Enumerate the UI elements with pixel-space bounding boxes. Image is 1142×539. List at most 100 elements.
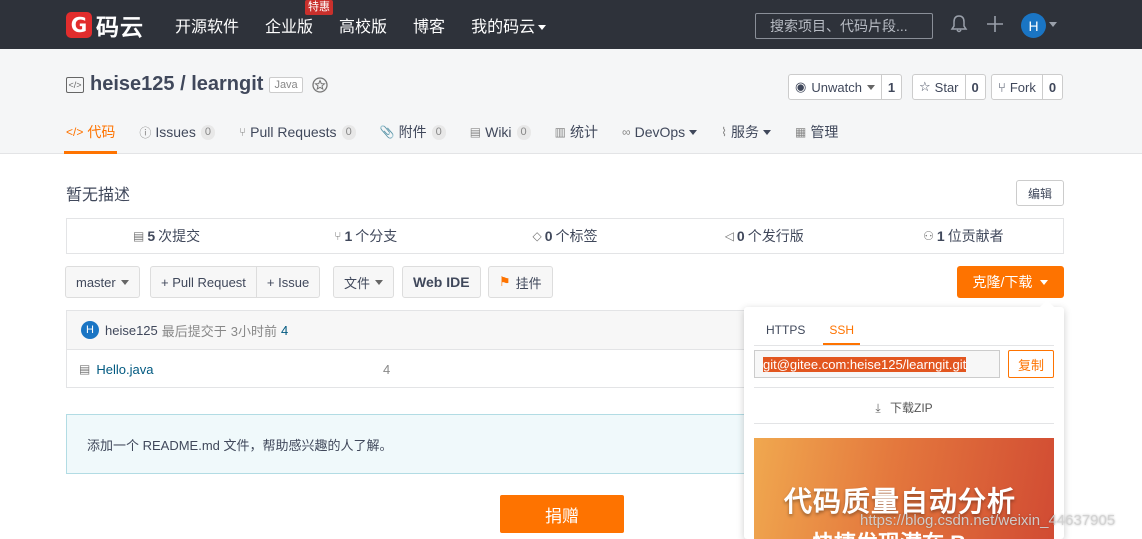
clone-url-text: git@gitee.com:heise125/learngit.git <box>763 356 967 372</box>
nav-item-label: 我的码云 <box>471 18 536 36</box>
tab-pull-requests[interactable]: ⑂ Pull Requests 0 <box>239 111 356 153</box>
stat-contributors[interactable]: ⚇ 1 位贡献者 <box>864 219 1063 253</box>
avatar[interactable]: H <box>81 321 99 339</box>
stat-releases[interactable]: ◁ 0 个发行版 <box>665 219 864 253</box>
stat-commits[interactable]: ▤ 5 次提交 <box>67 219 266 253</box>
tab-label: Pull Requests <box>250 124 337 140</box>
web-ide-button[interactable]: Web IDE <box>402 266 481 298</box>
donate-button[interactable]: 捐赠 <box>500 495 624 533</box>
stat-number: 0 <box>544 228 553 244</box>
watch-count[interactable]: 1 <box>882 75 901 99</box>
clone-label: 克隆/下载 <box>972 274 1033 290</box>
tab-services[interactable]: ⌇ 服务 <box>721 111 772 153</box>
tab-code[interactable]: </> 代码 <box>63 111 118 154</box>
tab-https[interactable]: HTTPS <box>754 315 817 345</box>
bookmark-icon: ⚑ <box>499 274 511 289</box>
new-pull-request-button[interactable]: + Pull Request <box>151 267 256 297</box>
tab-label: 管理 <box>810 124 839 140</box>
chevron-down-icon <box>1040 279 1049 285</box>
repo-stats-bar: ▤ 5 次提交 ⑂ 1 个分支 ◇ 0 个标签 ◁ 0 个发行版 ⚇ 1 位贡献… <box>66 218 1064 254</box>
fork-label: Fork <box>1009 79 1036 95</box>
nav-item-open-source[interactable]: 开源软件 <box>175 13 239 37</box>
commit-author-link[interactable]: heise125 <box>105 323 158 338</box>
gitee-logo[interactable]: G 码云 <box>66 10 144 40</box>
tab-count: 0 <box>431 124 446 140</box>
tab-statistics[interactable]: ▥ 统计 <box>555 111 598 153</box>
star-button[interactable]: ☆ Star <box>913 75 966 99</box>
stat-label: 个标签 <box>555 228 598 244</box>
tab-label: 服务 <box>731 124 760 140</box>
star-button-group: ☆ Star 0 <box>912 74 986 100</box>
tab-count: 0 <box>516 124 531 140</box>
tab-label: DevOps <box>634 124 686 140</box>
tab-label: Issues <box>155 124 196 140</box>
stat-branches[interactable]: ⑂ 1 个分支 <box>266 219 465 253</box>
tab-wiki[interactable]: ▤ Wiki 0 <box>470 111 531 153</box>
chevron-down-icon <box>120 279 129 285</box>
code-icon: </> <box>66 125 84 139</box>
nav-item-enterprise[interactable]: 企业版 特惠 <box>265 0 334 37</box>
download-icon: ⤓ <box>875 401 881 415</box>
logo-mark-icon: G <box>66 12 92 38</box>
paperclip-icon: 📎 <box>379 125 395 139</box>
tab-devops[interactable]: ∞ DevOps <box>622 111 698 153</box>
unwatch-label: Unwatch <box>811 79 862 95</box>
file-commit-message[interactable]: 4 <box>383 362 390 377</box>
branch-select[interactable]: master <box>65 266 140 298</box>
search-input[interactable]: 搜索项目、代码片段... <box>755 13 933 39</box>
fork-count[interactable]: 0 <box>1043 75 1062 99</box>
tab-attachments[interactable]: 📎 附件 0 <box>380 111 446 153</box>
watch-button-group: ◉ Unwatch 1 <box>788 74 903 100</box>
repo-owner-link[interactable]: heise125 <box>90 73 175 96</box>
tab-manage[interactable]: ▦ 管理 <box>795 111 838 153</box>
nav-item-university[interactable]: 高校版 <box>339 13 387 37</box>
branch-icon: ⑂ <box>334 229 342 243</box>
download-zip-link[interactable]: ⤓ 下载ZIP <box>744 399 1064 416</box>
chevron-down-icon[interactable] <box>1049 22 1057 27</box>
file-name-link[interactable]: Hello.java <box>96 362 153 377</box>
chevron-down-icon <box>538 24 547 30</box>
stat-tags[interactable]: ◇ 0 个标签 <box>465 219 664 253</box>
unwatch-button[interactable]: ◉ Unwatch <box>789 75 882 99</box>
star-count[interactable]: 0 <box>966 75 985 99</box>
code-repo-icon: </> <box>66 76 84 93</box>
new-issue-button[interactable]: + Issue <box>255 267 319 297</box>
pr-issue-button-group: + Pull Request + Issue <box>150 266 321 298</box>
release-icon: ◁ <box>724 229 734 243</box>
tab-count: 0 <box>341 124 356 140</box>
readme-hint-text: 添加一个 README.md 文件，帮助感兴趣的人了解。 <box>87 437 393 453</box>
plus-icon[interactable] <box>985 14 1005 34</box>
tab-ssh[interactable]: SSH <box>817 315 866 345</box>
tab-issues[interactable]: ⓘ Issues 0 <box>139 111 215 153</box>
chevron-down-icon <box>689 129 698 135</box>
bell-icon[interactable] <box>949 14 969 34</box>
clone-download-button[interactable]: 克隆/下载 <box>957 266 1064 298</box>
copy-button[interactable]: 复制 <box>1008 350 1054 378</box>
edit-description-button[interactable]: 编辑 <box>1016 180 1064 206</box>
stat-number: 5 <box>147 228 156 244</box>
recommend-badge-icon[interactable] <box>311 76 329 94</box>
user-avatar[interactable]: H <box>1021 13 1046 38</box>
clone-url-input[interactable]: git@gitee.com:heise125/learngit.git <box>754 350 1000 378</box>
chevron-down-icon <box>375 279 384 285</box>
fork-button[interactable]: ⑂ Fork <box>992 75 1043 99</box>
fork-icon: ⑂ <box>998 79 1006 95</box>
chevron-down-icon <box>763 129 772 135</box>
tab-label: 统计 <box>570 124 599 140</box>
watermark-text: https://blog.csdn.net/weixin_44637905 <box>860 512 1116 529</box>
web-ide-label: Web IDE <box>413 274 470 290</box>
promo-badge: 特惠 <box>305 0 334 15</box>
nav-item-label: 企业版 <box>265 18 314 36</box>
repo-name-link[interactable]: learngit <box>191 73 263 96</box>
widget-button[interactable]: ⚑ 挂件 <box>488 266 553 298</box>
commit-message-link[interactable]: 4 <box>281 323 288 338</box>
file-menu-button[interactable]: 文件 <box>333 266 395 298</box>
nav-item-blog[interactable]: 博客 <box>413 13 445 37</box>
language-tag[interactable]: Java <box>269 76 303 93</box>
commit-time: 3小时前 <box>230 323 278 339</box>
nav-item-my-gitee[interactable]: 我的码云 <box>471 13 547 37</box>
infinity-icon: ∞ <box>622 125 631 139</box>
logo-text: 码云 <box>96 14 144 40</box>
repo-path-separator: / <box>174 73 192 95</box>
settings-doc-icon: ▦ <box>795 125 807 139</box>
